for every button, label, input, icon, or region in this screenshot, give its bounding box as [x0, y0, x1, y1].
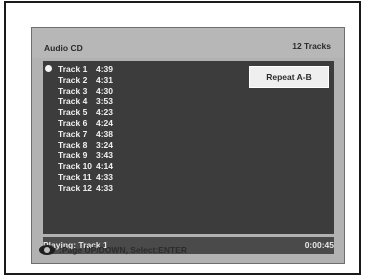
- track-time: 4:39: [96, 64, 114, 74]
- track-item[interactable]: Track 9 3:43: [58, 150, 113, 160]
- header-bar: Audio CD 12 Tracks: [32, 28, 344, 58]
- track-name: Track 3: [58, 85, 88, 96]
- help-bar: :Page UP/DOWN, Select:ENTER: [31, 239, 345, 263]
- track-item[interactable]: Track 10 4:14: [58, 161, 113, 171]
- track-time: 3:43: [96, 150, 114, 161]
- track-item[interactable]: Track 3 4:30: [58, 86, 113, 96]
- track-item[interactable]: Track 1 4:39: [58, 64, 113, 74]
- track-time: 4:38: [96, 128, 114, 139]
- track-name: Track 6: [58, 118, 88, 128]
- track-name: Track 9: [58, 150, 88, 161]
- track-time: 4:33: [96, 182, 114, 193]
- track-name: Track 5: [58, 107, 88, 118]
- track-name: Track 4: [58, 96, 88, 107]
- track-time: 4:23: [96, 107, 114, 118]
- track-item[interactable]: Track 2 4:31: [58, 75, 113, 85]
- help-text: :Page UP/DOWN, Select:ENTER: [59, 245, 187, 255]
- audio-cd-screen: Audio CD 12 Tracks Track 1 4:39 Track 2 4:3…: [31, 27, 345, 264]
- track-name: Track 7: [58, 128, 88, 139]
- track-time: 4:30: [96, 85, 114, 96]
- track-name: Track 2: [58, 74, 88, 85]
- track-item[interactable]: Track 7 4:38: [58, 129, 113, 139]
- track-count: 12 Tracks: [292, 41, 331, 51]
- track-time: 3:53: [96, 96, 114, 107]
- track-name: Track 8: [58, 139, 88, 150]
- track-name: Track 10: [58, 161, 93, 172]
- track-time: 4:33: [96, 172, 114, 182]
- track-time: 4:14: [96, 161, 114, 172]
- track-item[interactable]: Track 12 4:33: [58, 183, 113, 193]
- repeat-ab-button[interactable]: Repeat A-B: [249, 66, 329, 88]
- track-item[interactable]: Track 6 4:24: [58, 118, 113, 128]
- eye-icon: [39, 245, 55, 255]
- selection-bullet-icon: [45, 65, 52, 72]
- track-name: Track 12: [58, 182, 93, 193]
- track-item[interactable]: Track 8 3:24: [58, 140, 113, 150]
- track-name: Track 1: [58, 64, 88, 74]
- track-time: 4:24: [96, 118, 114, 128]
- track-item[interactable]: Track 4 3:53: [58, 96, 113, 106]
- track-time: 4:31: [96, 74, 114, 85]
- track-name: Track 11: [58, 172, 92, 182]
- screen-title: Audio CD: [44, 43, 83, 53]
- track-time: 3:24: [96, 139, 114, 150]
- track-item[interactable]: Track 11 4:33: [58, 172, 113, 182]
- track-item[interactable]: Track 5 4:23: [58, 107, 113, 117]
